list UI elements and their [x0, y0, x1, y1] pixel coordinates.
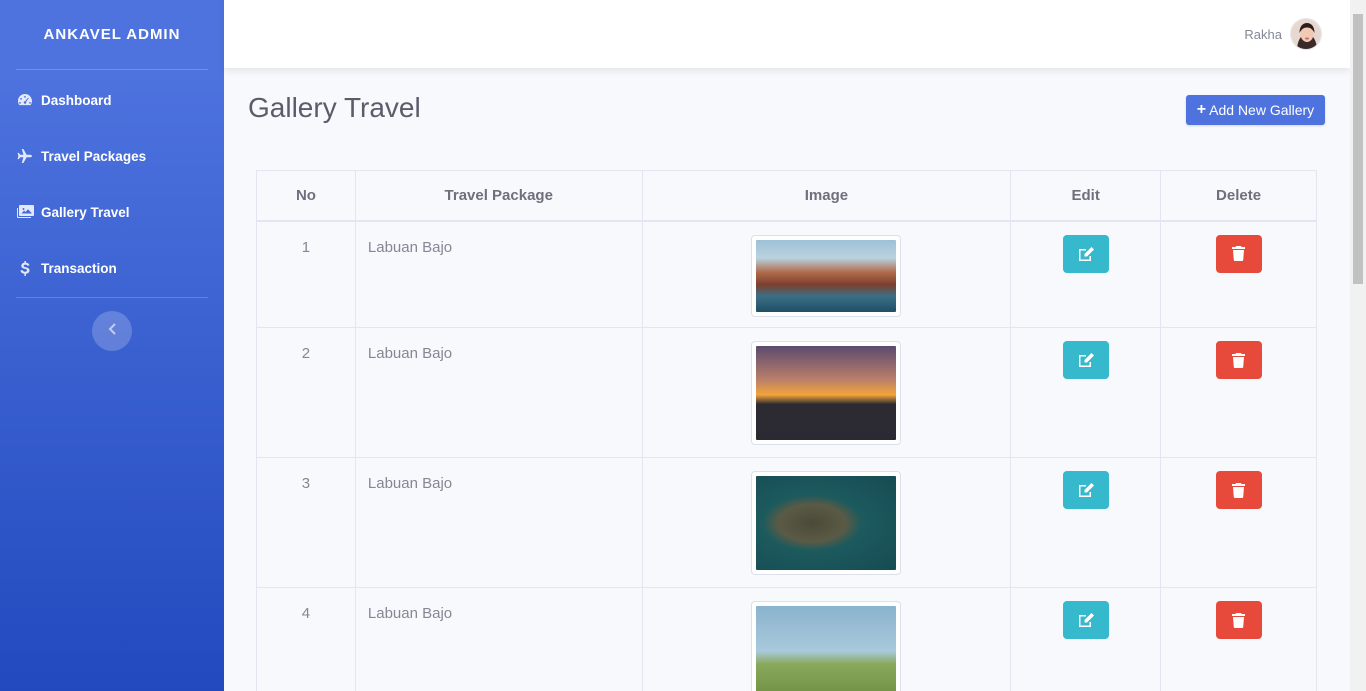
sidebar-toggle-button[interactable]: [92, 311, 132, 351]
sidebar-divider: [16, 69, 208, 70]
row-edit-cell: [1010, 457, 1162, 588]
trash-icon: [1232, 482, 1246, 498]
page-title: Gallery Travel: [248, 92, 421, 123]
user-name: Rakha: [1244, 26, 1282, 42]
edit-icon: [1078, 246, 1094, 261]
row-number: 4: [256, 587, 356, 691]
edit-button[interactable]: [1062, 471, 1109, 509]
column-header-no[interactable]: No: [256, 170, 356, 222]
edit-button[interactable]: [1062, 601, 1109, 639]
tachometer-icon: [16, 92, 34, 108]
row-delete-cell: [1160, 587, 1317, 691]
row-number: 1: [256, 220, 356, 328]
page-scrollbar[interactable]: [1350, 0, 1366, 691]
row-edit-cell: [1010, 587, 1162, 691]
row-travel-package: Labuan Bajo: [354, 457, 643, 588]
avatar[interactable]: [1290, 18, 1322, 50]
delete-button[interactable]: [1215, 601, 1262, 639]
gallery-photo: [756, 476, 897, 570]
brand-logo[interactable]: ANKAVEL ADMIN: [0, 0, 224, 68]
add-new-gallery-label: Add New Gallery: [1209, 102, 1315, 118]
gallery-table: No Travel Package Image Edit Delete 1 La…: [256, 170, 1317, 691]
dollar-icon: [16, 260, 34, 276]
edit-button[interactable]: [1062, 341, 1109, 379]
table-row: 1 Labuan Bajo: [256, 220, 1317, 328]
images-icon: [16, 204, 34, 220]
sidebar-item-transaction[interactable]: Transaction: [0, 240, 224, 296]
row-image-cell: [641, 327, 1012, 458]
row-image-cell: [641, 587, 1012, 691]
plane-icon: [16, 148, 34, 164]
gallery-image: [751, 234, 902, 317]
row-number: 3: [256, 457, 356, 588]
trash-icon: [1232, 246, 1246, 261]
row-delete-cell: [1160, 457, 1317, 588]
sidebar-item-travel-packages[interactable]: Travel Packages: [0, 128, 224, 184]
chevron-left-icon: [108, 322, 117, 340]
sidebar-divider: [16, 297, 208, 298]
row-delete-cell: [1160, 327, 1317, 458]
gallery-photo: [756, 346, 897, 440]
column-header-delete[interactable]: Delete: [1160, 170, 1317, 222]
trash-icon: [1232, 612, 1246, 628]
delete-button[interactable]: [1215, 341, 1262, 379]
sidebar-item-dashboard[interactable]: Dashboard: [0, 72, 224, 128]
edit-icon: [1078, 483, 1094, 497]
row-edit-cell: [1010, 327, 1162, 458]
row-travel-package: Labuan Bajo: [354, 587, 643, 691]
column-header-travel-package[interactable]: Travel Package: [354, 170, 643, 222]
sidebar: ANKAVEL ADMIN Dashboard Travel Packages …: [0, 0, 224, 691]
row-number: 2: [256, 327, 356, 458]
sidebar-item-label: Dashboard: [41, 92, 112, 108]
column-header-edit[interactable]: Edit: [1010, 170, 1162, 222]
row-travel-package: Labuan Bajo: [354, 327, 643, 458]
row-delete-cell: [1160, 220, 1317, 328]
row-image-cell: [641, 457, 1012, 588]
add-new-gallery-button[interactable]: + Add New Gallery: [1186, 95, 1325, 125]
row-edit-cell: [1010, 220, 1162, 328]
column-header-image[interactable]: Image: [641, 170, 1012, 222]
edit-icon: [1078, 613, 1094, 627]
table-row: 3 Labuan Bajo: [256, 457, 1317, 588]
sidebar-item-label: Transaction: [41, 260, 117, 276]
row-travel-package: Labuan Bajo: [354, 220, 643, 328]
sidebar-item-label: Travel Packages: [41, 148, 147, 164]
table-row: 4 Labuan Bajo: [256, 587, 1317, 691]
row-image-cell: [641, 220, 1012, 328]
delete-button[interactable]: [1215, 234, 1262, 273]
edit-icon: [1078, 353, 1094, 367]
gallery-photo: [756, 239, 897, 312]
gallery-image: [751, 471, 902, 575]
sidebar-item-label: Gallery Travel: [41, 204, 130, 220]
table-row: 2 Labuan Bajo: [256, 327, 1317, 458]
scrollbar-thumb[interactable]: [1353, 14, 1363, 284]
trash-icon: [1232, 352, 1246, 368]
table-header-row: No Travel Package Image Edit Delete: [256, 170, 1317, 222]
gallery-photo: [756, 606, 897, 691]
gallery-image: [751, 601, 902, 691]
sidebar-item-gallery-travel[interactable]: Gallery Travel: [0, 184, 224, 240]
topbar: Rakha: [224, 0, 1350, 68]
plus-icon: +: [1196, 101, 1207, 118]
delete-button[interactable]: [1215, 471, 1262, 509]
edit-button[interactable]: [1062, 234, 1109, 273]
gallery-image: [751, 341, 902, 445]
user-menu[interactable]: Rakha: [1244, 18, 1322, 50]
